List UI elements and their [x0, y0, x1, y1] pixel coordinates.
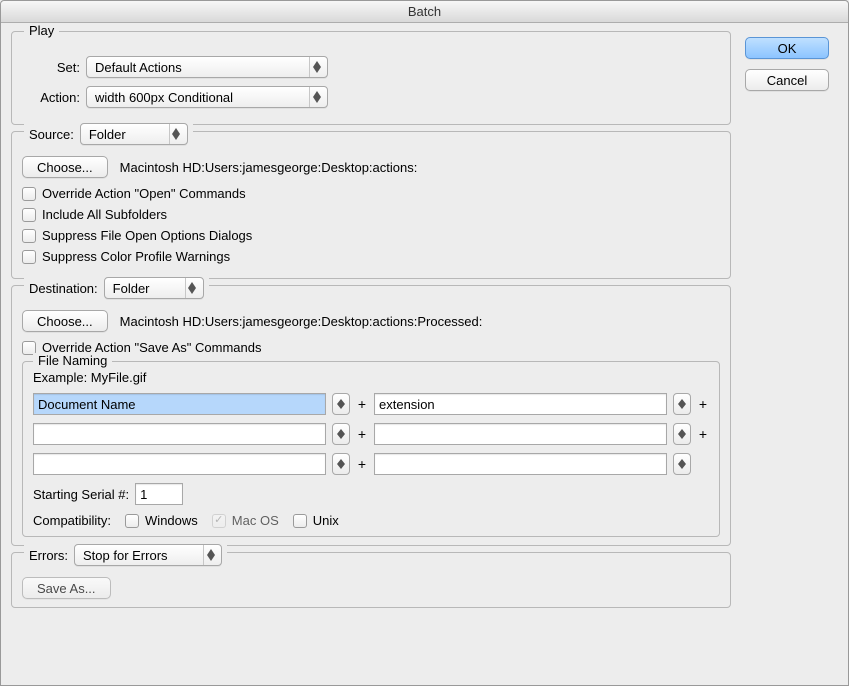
compat-label: Compatibility: [33, 513, 111, 528]
naming-stepper-2[interactable] [673, 393, 691, 415]
errors-popup-value: Stop for Errors [83, 548, 168, 563]
naming-field-3[interactable] [33, 423, 326, 445]
override-open-label: Override Action "Open" Commands [42, 186, 246, 201]
compat-mac-checkbox: Mac OS [212, 513, 279, 528]
destination-popup-value: Folder [113, 281, 150, 296]
source-group: Source: Folder Choose... Macintosh HD:Us… [11, 131, 731, 279]
plus-separator: + [356, 456, 368, 472]
destination-legend-row: Destination: Folder [24, 277, 209, 299]
suppress-open-checkbox[interactable]: Suppress File Open Options Dialogs [22, 228, 720, 243]
naming-field-6[interactable] [374, 453, 667, 475]
errors-group: Errors: Stop for Errors Save As... [11, 552, 731, 608]
destination-popup[interactable]: Folder [104, 277, 204, 299]
updown-arrows-icon [185, 278, 199, 298]
cancel-button[interactable]: Cancel [745, 69, 829, 91]
starting-serial-label: Starting Serial #: [33, 487, 129, 502]
play-legend: Play [24, 23, 59, 38]
checkbox-checked-icon [212, 514, 226, 528]
compat-unix-label: Unix [313, 513, 339, 528]
file-naming-legend: File Naming [33, 353, 112, 368]
action-popup[interactable]: width 600px Conditional [86, 86, 328, 108]
checkbox-icon [22, 229, 36, 243]
naming-stepper-4[interactable] [673, 423, 691, 445]
checkbox-icon [22, 250, 36, 264]
source-path: Macintosh HD:Users:jamesgeorge:Desktop:a… [120, 160, 418, 175]
checkbox-icon [22, 187, 36, 201]
errors-save-as-button[interactable]: Save As... [22, 577, 111, 599]
ok-button[interactable]: OK [745, 37, 829, 59]
naming-field-1[interactable] [33, 393, 326, 415]
destination-path: Macintosh HD:Users:jamesgeorge:Desktop:a… [120, 314, 483, 329]
starting-serial-input[interactable] [135, 483, 183, 505]
errors-popup[interactable]: Stop for Errors [74, 544, 222, 566]
source-popup-value: Folder [89, 127, 126, 142]
errors-legend: Errors: [29, 548, 68, 563]
file-naming-example: Example: MyFile.gif [33, 370, 709, 385]
play-group: Play Set: Default Actions Acti [11, 31, 731, 125]
plus-separator: + [356, 396, 368, 412]
source-legend: Source: [29, 127, 74, 142]
naming-field-5[interactable] [33, 453, 326, 475]
updown-arrows-icon [309, 87, 323, 107]
errors-legend-row: Errors: Stop for Errors [24, 544, 227, 566]
file-naming-group: File Naming Example: MyFile.gif + [22, 361, 720, 537]
override-open-checkbox[interactable]: Override Action "Open" Commands [22, 186, 720, 201]
updown-arrows-icon [309, 57, 323, 77]
action-popup-value: width 600px Conditional [95, 90, 233, 105]
naming-field-2[interactable] [374, 393, 667, 415]
updown-arrows-icon [169, 124, 183, 144]
updown-arrows-icon [203, 545, 217, 565]
destination-choose-button[interactable]: Choose... [22, 310, 108, 332]
suppress-color-label: Suppress Color Profile Warnings [42, 249, 230, 264]
plus-separator: + [697, 396, 709, 412]
compat-windows-label: Windows [145, 513, 198, 528]
set-label: Set: [22, 60, 80, 75]
naming-field-4[interactable] [374, 423, 667, 445]
window-titlebar: Batch [1, 1, 848, 23]
destination-group: Destination: Folder Choose... Macintosh … [11, 285, 731, 546]
compat-windows-checkbox[interactable]: Windows [125, 513, 198, 528]
include-subfolders-checkbox[interactable]: Include All Subfolders [22, 207, 720, 222]
plus-separator: + [697, 426, 709, 442]
compat-mac-label: Mac OS [232, 513, 279, 528]
checkbox-icon [293, 514, 307, 528]
suppress-color-checkbox[interactable]: Suppress Color Profile Warnings [22, 249, 720, 264]
set-popup[interactable]: Default Actions [86, 56, 328, 78]
naming-stepper-6[interactable] [673, 453, 691, 475]
suppress-open-label: Suppress File Open Options Dialogs [42, 228, 252, 243]
compat-unix-checkbox[interactable]: Unix [293, 513, 339, 528]
checkbox-icon [125, 514, 139, 528]
naming-stepper-3[interactable] [332, 423, 350, 445]
naming-stepper-5[interactable] [332, 453, 350, 475]
set-popup-value: Default Actions [95, 60, 182, 75]
naming-stepper-1[interactable] [332, 393, 350, 415]
include-subfolders-label: Include All Subfolders [42, 207, 167, 222]
source-popup[interactable]: Folder [80, 123, 188, 145]
destination-legend: Destination: [29, 281, 98, 296]
source-choose-button[interactable]: Choose... [22, 156, 108, 178]
plus-separator: + [356, 426, 368, 442]
override-saveas-checkbox[interactable]: Override Action "Save As" Commands [22, 340, 720, 355]
action-label: Action: [22, 90, 80, 105]
source-legend-row: Source: Folder [24, 123, 193, 145]
checkbox-icon [22, 208, 36, 222]
